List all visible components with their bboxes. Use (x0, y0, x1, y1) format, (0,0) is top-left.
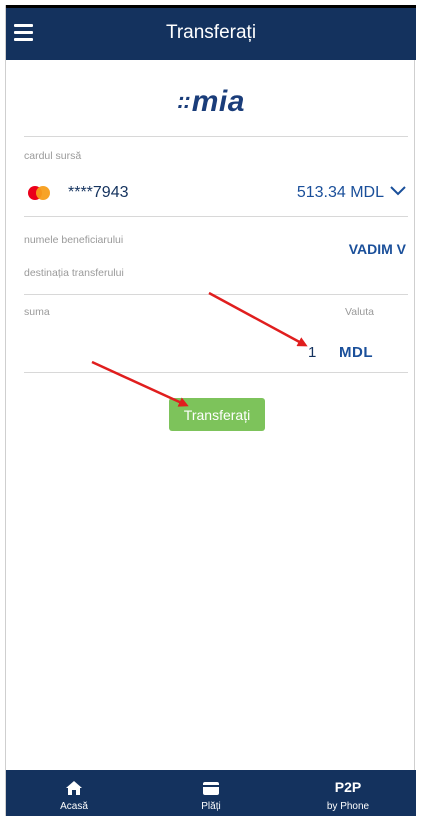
arrow-to-amount (208, 291, 308, 347)
nav-label-home: Acasă (60, 801, 88, 812)
source-card-selector[interactable]: ****7943 513.34 MDL (24, 177, 408, 207)
p2p-label: P2P (334, 779, 362, 795)
source-card-label: cardul sursă (24, 150, 82, 162)
top-bar: Transferați (6, 5, 416, 60)
nav-label-by-phone: by Phone (326, 801, 370, 812)
beneficiary-name-label: numele beneficiarului (24, 234, 124, 246)
nav-label-payments: Plăți (201, 801, 221, 812)
chevron-down-icon[interactable] (390, 184, 406, 198)
app-screen: Transferați ::mia cardul sursă ****7943 … (5, 5, 416, 816)
nav-item-p2p[interactable]: P2P by Phone (280, 770, 416, 816)
bottom-navigation: Acasă Plăți P2P by Phone (6, 770, 416, 816)
amount-input[interactable]: 1 (308, 344, 316, 361)
card-balance: 513.34 MDL (296, 184, 384, 201)
transfer-button[interactable]: Transferați (169, 398, 265, 431)
page-title: Transferați (165, 22, 257, 43)
logo-dots: :: (177, 88, 191, 113)
divider (24, 216, 408, 217)
divider (24, 294, 408, 295)
beneficiary-name-value: VADIM V (348, 241, 406, 257)
mia-logo: ::mia (6, 85, 416, 119)
divider (24, 372, 408, 373)
home-icon (66, 781, 82, 795)
card-number: ****7943 (68, 184, 129, 201)
nav-item-home[interactable]: Acasă (6, 770, 142, 816)
currency-selector[interactable]: MDL (339, 344, 373, 361)
divider (24, 136, 408, 137)
amount-label: suma (24, 306, 50, 318)
mastercard-icon (28, 186, 60, 200)
nav-item-payments[interactable]: Plăți (143, 770, 279, 816)
logo-text: mia (191, 85, 245, 118)
wallet-icon (203, 782, 219, 795)
destination-label[interactable]: destinația transferului (24, 267, 124, 279)
currency-label: Valuta (345, 306, 374, 318)
